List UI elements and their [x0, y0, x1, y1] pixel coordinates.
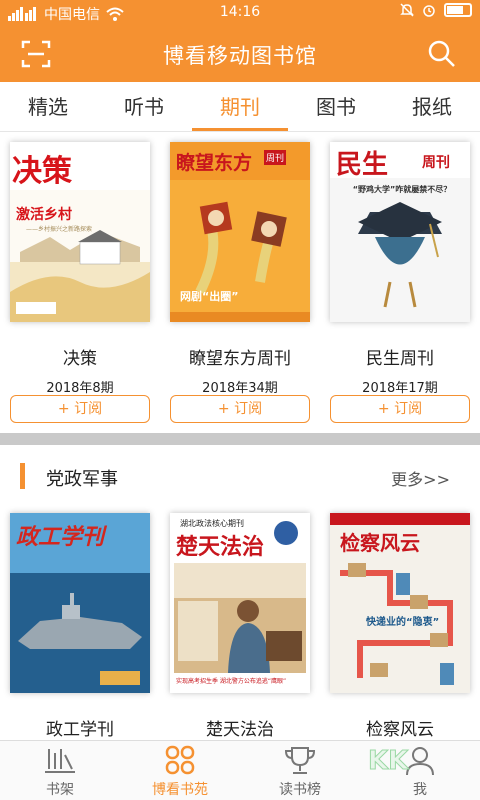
subscribe-button[interactable]: + 订阅 [10, 395, 150, 423]
cover-headline: “野鸡大学”咋就屡禁不尽？ [352, 185, 452, 194]
magazine-issue: 2018年17期 [362, 381, 438, 396]
magazine-title[interactable]: 楚天法治 [170, 715, 310, 740]
magazine-title[interactable]: 瞭望东方周刊 [170, 344, 310, 369]
section-divider [0, 433, 480, 445]
cover-headline: 快递业的“隐衷” [366, 617, 440, 628]
tab-periodicals[interactable]: 期刊 [192, 82, 288, 131]
status-right [400, 3, 472, 17]
cover-masthead-sub: 周刊 [422, 155, 450, 171]
cover-masthead: 决策 [12, 154, 72, 189]
magazine-title[interactable]: 检察风云 [330, 715, 470, 740]
mute-icon [400, 3, 414, 17]
magazine-cover[interactable]: 政工学刊 [10, 513, 150, 693]
magazine-cover[interactable]: 决策 激活乡村 ——乡村振兴之新路探索 [10, 142, 150, 322]
cover-masthead-sub: 周刊 [264, 150, 287, 165]
magazine-cover[interactable]: 民生 周刊 “野鸡大学”咋就屡禁不尽？ [330, 142, 470, 322]
flower-icon [165, 745, 195, 775]
magazine-title[interactable]: 政工学刊 [10, 715, 150, 740]
cover-bottom-line: 实现高考招生季 湖北警方公布追逃“鹰眼” [176, 678, 287, 685]
section-title: 党政军事 [46, 469, 118, 490]
tab-featured[interactable]: 精选 [0, 82, 96, 131]
subscribe-button[interactable]: + 订阅 [170, 395, 310, 423]
cover-masthead: 政工学刊 [16, 524, 105, 550]
category-tabs: 精选 听书 期刊 图书 报纸 [0, 82, 480, 132]
section-more-link[interactable]: 更多>> [391, 466, 450, 490]
nav-label: 书架 [46, 782, 74, 798]
section-accent-bar [20, 463, 25, 489]
cover-masthead: 民生 [336, 150, 389, 180]
tab-audiobooks[interactable]: 听书 [96, 82, 192, 131]
nav-bookshelf[interactable]: 书架 [0, 741, 120, 800]
bookshelf-icon [45, 749, 75, 773]
magazine-cover[interactable]: 瞭望东方 周刊 网剧“出圈” [170, 142, 310, 322]
magazine-cover[interactable]: 检察风云 快递业的“隐衷” [330, 513, 470, 693]
cover-kicker: 湖北政法核心期刊 [180, 519, 244, 528]
app-root: 中国电信 14:16 博看移动图书馆 精选 听书 期刊 图书 报纸 决策 激活乡… [0, 0, 480, 800]
tab-newspapers[interactable]: 报纸 [384, 82, 480, 131]
cover-headline: 激活乡村 [16, 207, 72, 223]
nav-label: 博看书苑 [152, 782, 208, 798]
search-icon[interactable] [426, 38, 458, 70]
section-header: 党政军事 更多>> [0, 455, 480, 499]
trophy-icon [284, 747, 316, 774]
subscribe-button[interactable]: + 订阅 [330, 395, 470, 423]
cover-masthead: 检察风云 [340, 531, 420, 555]
nav-label: 读书榜 [279, 782, 321, 798]
watermark-text: KK [367, 746, 409, 777]
nav-bokan-shuyuan[interactable]: 博看书苑 [120, 741, 240, 800]
magazine-issue: 2018年34期 [202, 381, 278, 396]
nav-reading-rank[interactable]: 读书榜 [240, 741, 360, 800]
status-bar: 中国电信 14:16 [0, 0, 480, 24]
cover-headline: 网剧“出圈” [180, 290, 239, 303]
alarm-icon [423, 5, 435, 17]
magazine-cover[interactable]: 湖北政法核心期刊 楚天法治 实现高考招生季 湖北警方公布追逃“鹰眼” [170, 513, 310, 693]
cover-tagline: ——乡村振兴之新路探索 [26, 226, 93, 233]
magazine-title[interactable]: 决策 [10, 344, 150, 369]
tab-books[interactable]: 图书 [288, 82, 384, 131]
cover-masthead: 瞭望东方 [176, 152, 253, 174]
battery-icon [444, 3, 472, 17]
magazine-issue: 2018年8期 [46, 381, 114, 396]
app-title: 博看移动图书馆 [163, 44, 317, 68]
watermark: KK [360, 740, 480, 800]
magazine-title[interactable]: 民生周刊 [330, 344, 470, 369]
app-header: 中国电信 14:16 博看移动图书馆 [0, 0, 480, 82]
cover-masthead: 楚天法治 [176, 534, 265, 560]
